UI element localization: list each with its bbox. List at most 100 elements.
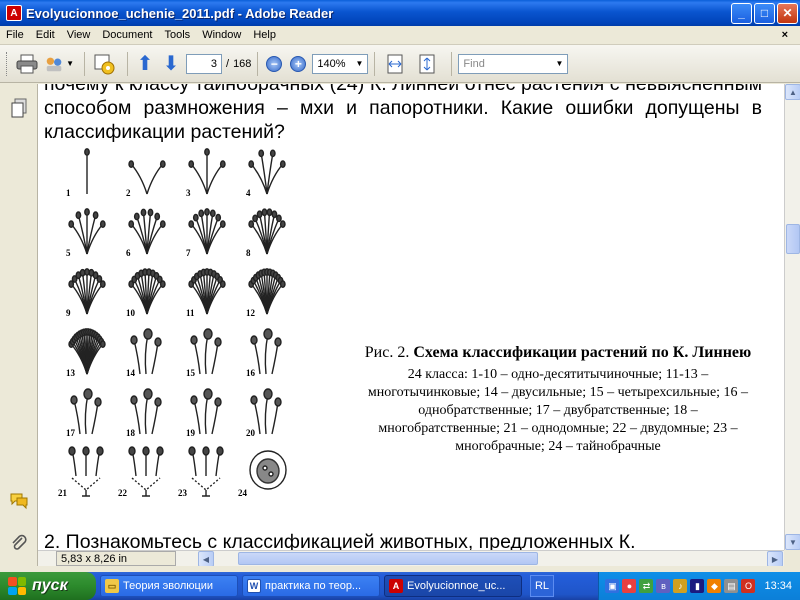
attachments-panel-button[interactable] (9, 534, 29, 554)
volume-icon[interactable]: ♪ (673, 579, 688, 593)
plus-icon: + (290, 55, 307, 72)
zoom-select[interactable]: 140% ▼ (312, 53, 369, 74)
security-icon[interactable]: ◆ (707, 579, 722, 593)
menu-file[interactable]: File (0, 29, 30, 41)
total-pages: 168 (233, 57, 252, 70)
zoom-in-button[interactable]: + (288, 51, 308, 77)
window-title: Evolyucionnoe_uchenie_2011.pdf - Adobe R… (26, 5, 334, 21)
print-button[interactable] (14, 51, 40, 77)
taskbar-item-theory-folder[interactable]: ▭ Теория эволюции (100, 575, 238, 597)
scroll-right-button[interactable]: ▶ (767, 551, 783, 567)
figure-item-8: 8 (238, 206, 296, 264)
paperclip-icon (12, 534, 27, 550)
fit-page-button[interactable] (413, 51, 441, 77)
scroll-down-button[interactable]: ▼ (785, 534, 800, 550)
bluetooth-icon[interactable]: ʙ (656, 579, 671, 593)
pages-panel-button[interactable] (9, 98, 29, 118)
close-button[interactable]: ✕ (777, 2, 798, 24)
figure-number: 11 (186, 308, 195, 318)
start-button[interactable]: пуск (0, 572, 96, 600)
network-icon[interactable]: ⇄ (639, 579, 654, 593)
figure-number: 10 (126, 308, 135, 318)
zoom-value: 140% (317, 57, 346, 70)
language-indicator[interactable]: RL (530, 575, 554, 597)
scroll-left-button[interactable]: ◀ (198, 551, 214, 567)
minimize-button[interactable]: _ (731, 2, 752, 24)
maximize-button[interactable]: □ (754, 2, 775, 24)
figure-item-1: 1 (58, 146, 116, 204)
clock: 13:34 (764, 580, 792, 592)
figure-number: 23 (178, 488, 187, 498)
opera-icon[interactable]: O (741, 579, 756, 593)
close-document-button[interactable]: × (776, 29, 794, 41)
figure-number: 21 (58, 488, 67, 498)
figure-item-3: 3 (178, 146, 236, 204)
menu-tools[interactable]: Tools (159, 29, 197, 41)
figure-number: 3 (186, 188, 191, 198)
figure-number: 7 (186, 248, 191, 258)
task-label: Evolyucionnoe_uc... (407, 580, 506, 592)
horizontal-scroll-thumb[interactable] (238, 552, 538, 565)
figure-item-20: 20 (238, 386, 296, 444)
vertical-scrollbar[interactable]: ▲ ▼ (784, 84, 800, 550)
menu-view[interactable]: View (61, 29, 97, 41)
usb-icon[interactable]: ▮ (690, 579, 705, 593)
figure-number: 1 (66, 188, 71, 198)
fit-page-icon (419, 54, 435, 73)
taskbar: пуск ▭ Теория эволюции W практика по тео… (0, 572, 800, 600)
menu-edit[interactable]: Edit (30, 29, 61, 41)
figure-number: 4 (246, 188, 251, 198)
menu-document[interactable]: Document (96, 29, 158, 41)
figure-number: 16 (246, 368, 255, 378)
toolbar: ▼ ⬆ ⬇ 3 / 168 − + 140% ▼ Find ▼ (0, 45, 800, 83)
fit-width-button[interactable] (381, 51, 409, 77)
menu-window[interactable]: Window (196, 29, 247, 41)
previous-page-button[interactable]: ⬆ (134, 51, 156, 77)
comments-panel-button[interactable] (9, 492, 29, 512)
figure-item-5: 5 (58, 206, 116, 264)
scroll-up-button[interactable]: ▲ (785, 84, 800, 100)
toolbar-grip[interactable] (6, 51, 10, 76)
zoom-out-button[interactable]: − (264, 51, 284, 77)
figure-item-13: 13 (58, 326, 116, 384)
figure-number: 15 (186, 368, 195, 378)
vertical-scroll-thumb[interactable] (786, 224, 800, 254)
title-bar[interactable]: A Evolyucionnoe_uchenie_2011.pdf - Adobe… (0, 0, 800, 26)
taskbar-item-adobe-reader[interactable]: A Evolyucionnoe_uc... (384, 575, 522, 597)
figure-item-6: 6 (118, 206, 176, 264)
figure-caption: Рис. 2. Схема классификации растений по … (363, 342, 753, 456)
find-input[interactable]: Find ▼ (458, 53, 569, 74)
page-number-input[interactable]: 3 (186, 53, 222, 74)
printer-tray-icon[interactable]: ▤ (724, 579, 739, 593)
figure-number: 2 (126, 188, 131, 198)
antivirus-icon[interactable]: ● (622, 579, 637, 593)
settings-button[interactable] (91, 51, 117, 77)
figure-item-23: 23 (178, 446, 236, 504)
figure-item-16: 16 (238, 326, 296, 384)
arrow-up-icon: ⬆ (136, 53, 154, 75)
paragraph-top: почему к классу тайнобрачных (24) К. Лин… (44, 84, 762, 143)
horizontal-scrollbar[interactable]: 5,83 x 8,26 in ◀ ▶ (38, 550, 784, 567)
collaborate-button[interactable]: ▼ (44, 51, 74, 77)
taskbar-item-word-doc[interactable]: W практика по теор... (242, 575, 380, 597)
document-view[interactable]: почему к классу тайнобрачных (24) К. Лин… (38, 84, 784, 550)
figure-item-19: 19 (178, 386, 236, 444)
triangle-right-icon: ▶ (771, 554, 779, 564)
figure-item-14: 14 (118, 326, 176, 384)
figure-item-4: 4 (238, 146, 296, 204)
figure-number: 14 (126, 368, 135, 378)
figure-number: 18 (126, 428, 135, 438)
toolbar-separator (257, 51, 259, 76)
gear-icon (94, 54, 115, 74)
display-icon[interactable]: ▣ (605, 579, 620, 593)
task-label: практика по теор... (265, 580, 362, 592)
menu-help[interactable]: Help (247, 29, 282, 41)
triangle-up-icon: ▲ (789, 87, 797, 97)
next-page-button[interactable]: ⬇ (160, 51, 182, 77)
figure-item-7: 7 (178, 206, 236, 264)
figure-number: 12 (246, 308, 255, 318)
paragraph-bottom: 2. Познакомьтесь с классификацией животн… (44, 531, 636, 550)
figure-item-17: 17 (58, 386, 116, 444)
figure-number: 13 (66, 368, 75, 378)
toolbar-separator (451, 51, 453, 76)
